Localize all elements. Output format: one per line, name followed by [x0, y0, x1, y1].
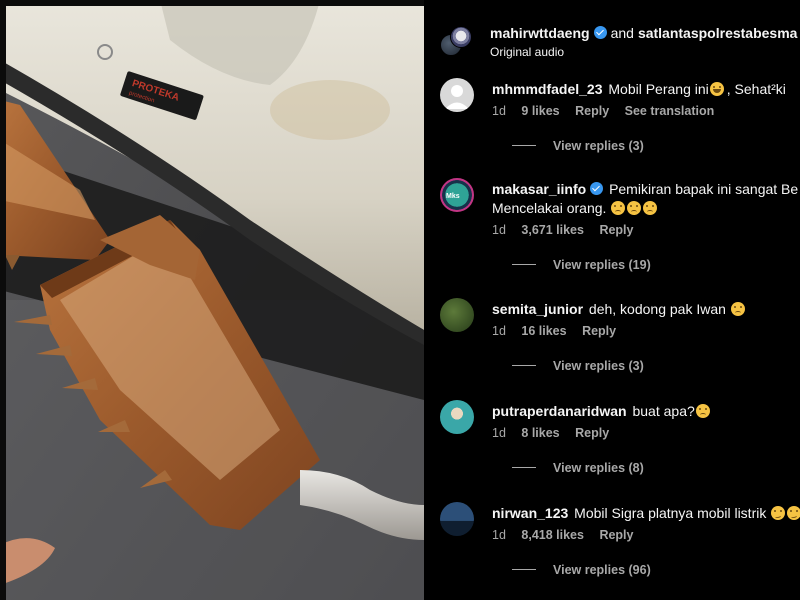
reply-button[interactable]: Reply — [582, 324, 616, 338]
commenter-avatar[interactable] — [440, 400, 474, 434]
comment-time[interactable]: 1d — [492, 104, 506, 118]
comment-text: deh, kodong pak Iwan — [588, 301, 726, 317]
smirk-emoji-icon — [771, 506, 786, 520]
comment-username[interactable]: putraperdanaridwan — [492, 403, 627, 419]
comment-meta: 1d 16 likes Reply — [492, 324, 628, 338]
replies-divider — [512, 365, 536, 366]
comment-text: buat apa? — [632, 403, 695, 419]
comment-username[interactable]: mhmmdfadel_23 — [492, 81, 602, 97]
comment-body: semita_junior deh, kodong pak Iwan — [492, 300, 800, 319]
view-replies-label: View replies (96) — [553, 563, 651, 577]
comment-likes[interactable]: 8 likes — [521, 426, 559, 440]
sad-emoji-icon — [611, 201, 626, 215]
view-replies-label: View replies (19) — [553, 258, 651, 272]
comment-likes[interactable]: 9 likes — [521, 104, 559, 118]
comment-username[interactable]: nirwan_123 — [492, 505, 568, 521]
comment-time[interactable]: 1d — [492, 324, 506, 338]
comment-meta: 1d 9 likes Reply See translation — [492, 104, 726, 118]
reply-button[interactable]: Reply — [575, 104, 609, 118]
view-replies-button[interactable]: View replies (96) — [512, 563, 651, 577]
view-replies-button[interactable]: View replies (19) — [512, 258, 651, 272]
owner-conjunction: and — [610, 25, 634, 41]
view-replies-label: View replies (3) — [553, 359, 644, 373]
comment-username[interactable]: makasar_iinfo — [492, 181, 586, 197]
comment-text: Mobil Perang ini — [608, 81, 709, 97]
comment-text: Mobil Sigra platnya mobil listrik — [574, 505, 767, 521]
commenter-avatar[interactable]: Mks — [440, 178, 474, 212]
post-header: mahirwttdaeng and satlantaspolrestabesma O… — [440, 22, 800, 66]
original-audio-link[interactable]: Original audio — [490, 45, 564, 59]
reply-button[interactable]: Reply — [599, 528, 633, 542]
media-edge-top — [0, 0, 424, 6]
default-avatar-icon — [445, 85, 469, 109]
replies-divider — [512, 264, 536, 265]
reply-button[interactable]: Reply — [599, 223, 633, 237]
svg-text:Mks: Mks — [446, 193, 460, 200]
view-replies-button[interactable]: View replies (3) — [512, 359, 644, 373]
comment-time[interactable]: 1d — [492, 426, 506, 440]
car-photo: PROTEKA protection — [0, 0, 424, 600]
comment-meta: 1d 8,418 likes Reply — [492, 528, 645, 542]
comment-body: nirwan_123 Mobil Sigra platnya mobil lis… — [492, 504, 800, 523]
commenter-avatar[interactable] — [440, 502, 474, 536]
logo-avatar-icon: Mks — [446, 193, 460, 200]
verified-badge-icon — [590, 182, 604, 195]
replies-divider — [512, 145, 536, 146]
media-edge-left — [0, 0, 6, 600]
owner-avatar[interactable] — [440, 26, 472, 56]
comment-body: makasar_iinfo Pemikiran bapak ini sangat… — [492, 180, 800, 218]
post-owners: mahirwttdaeng and satlantaspolrestabesma — [490, 25, 797, 41]
comments-panel: mahirwttdaeng and satlantaspolrestabesma O… — [424, 0, 800, 600]
reply-button[interactable]: Reply — [575, 426, 609, 440]
commenter-avatar[interactable] — [440, 78, 474, 112]
owner-avatar-collaborator — [450, 26, 472, 48]
comment-likes[interactable]: 8,418 likes — [521, 528, 584, 542]
collaborator-username[interactable]: satlantaspolrestabesma — [638, 25, 798, 41]
laughing-emoji-icon — [709, 82, 724, 96]
comment-body: mhmmdfadel_23 Mobil Perang ini , Sehat²ki — [492, 80, 800, 99]
owner-username[interactable]: mahirwttdaeng — [490, 25, 590, 41]
view-replies-button[interactable]: View replies (3) — [512, 139, 644, 153]
replies-divider — [512, 569, 536, 570]
commenter-avatar[interactable] — [440, 298, 474, 332]
view-replies-button[interactable]: View replies (8) — [512, 461, 644, 475]
smirk-emoji-icon — [787, 506, 800, 520]
comment-text-line2: Mencelakai orang. — [492, 200, 607, 216]
sad-emoji-icon — [643, 201, 658, 215]
comment-meta: 1d 3,671 likes Reply — [492, 223, 645, 237]
view-replies-label: View replies (8) — [553, 461, 644, 475]
comment-text: Pemikiran bapak ini sangat Be — [609, 181, 799, 197]
see-translation-button[interactable]: See translation — [625, 104, 715, 118]
verified-badge-icon — [593, 26, 607, 39]
comment-likes[interactable]: 16 likes — [521, 324, 566, 338]
comment-time[interactable]: 1d — [492, 223, 506, 237]
comment-meta: 1d 8 likes Reply — [492, 426, 621, 440]
sad-emoji-icon — [730, 302, 745, 316]
view-replies-label: View replies (3) — [553, 139, 644, 153]
sad-emoji-icon — [627, 201, 642, 215]
comment-username[interactable]: semita_junior — [492, 301, 583, 317]
comment-time[interactable]: 1d — [492, 528, 506, 542]
comment-body: putraperdanaridwan buat apa? — [492, 402, 800, 421]
crying-emoji-icon — [695, 404, 710, 418]
replies-divider — [512, 467, 536, 468]
post-media[interactable]: PROTEKA protection — [0, 0, 424, 600]
comment-likes[interactable]: 3,671 likes — [521, 223, 584, 237]
comment-text-continued: , Sehat²ki — [726, 81, 786, 97]
